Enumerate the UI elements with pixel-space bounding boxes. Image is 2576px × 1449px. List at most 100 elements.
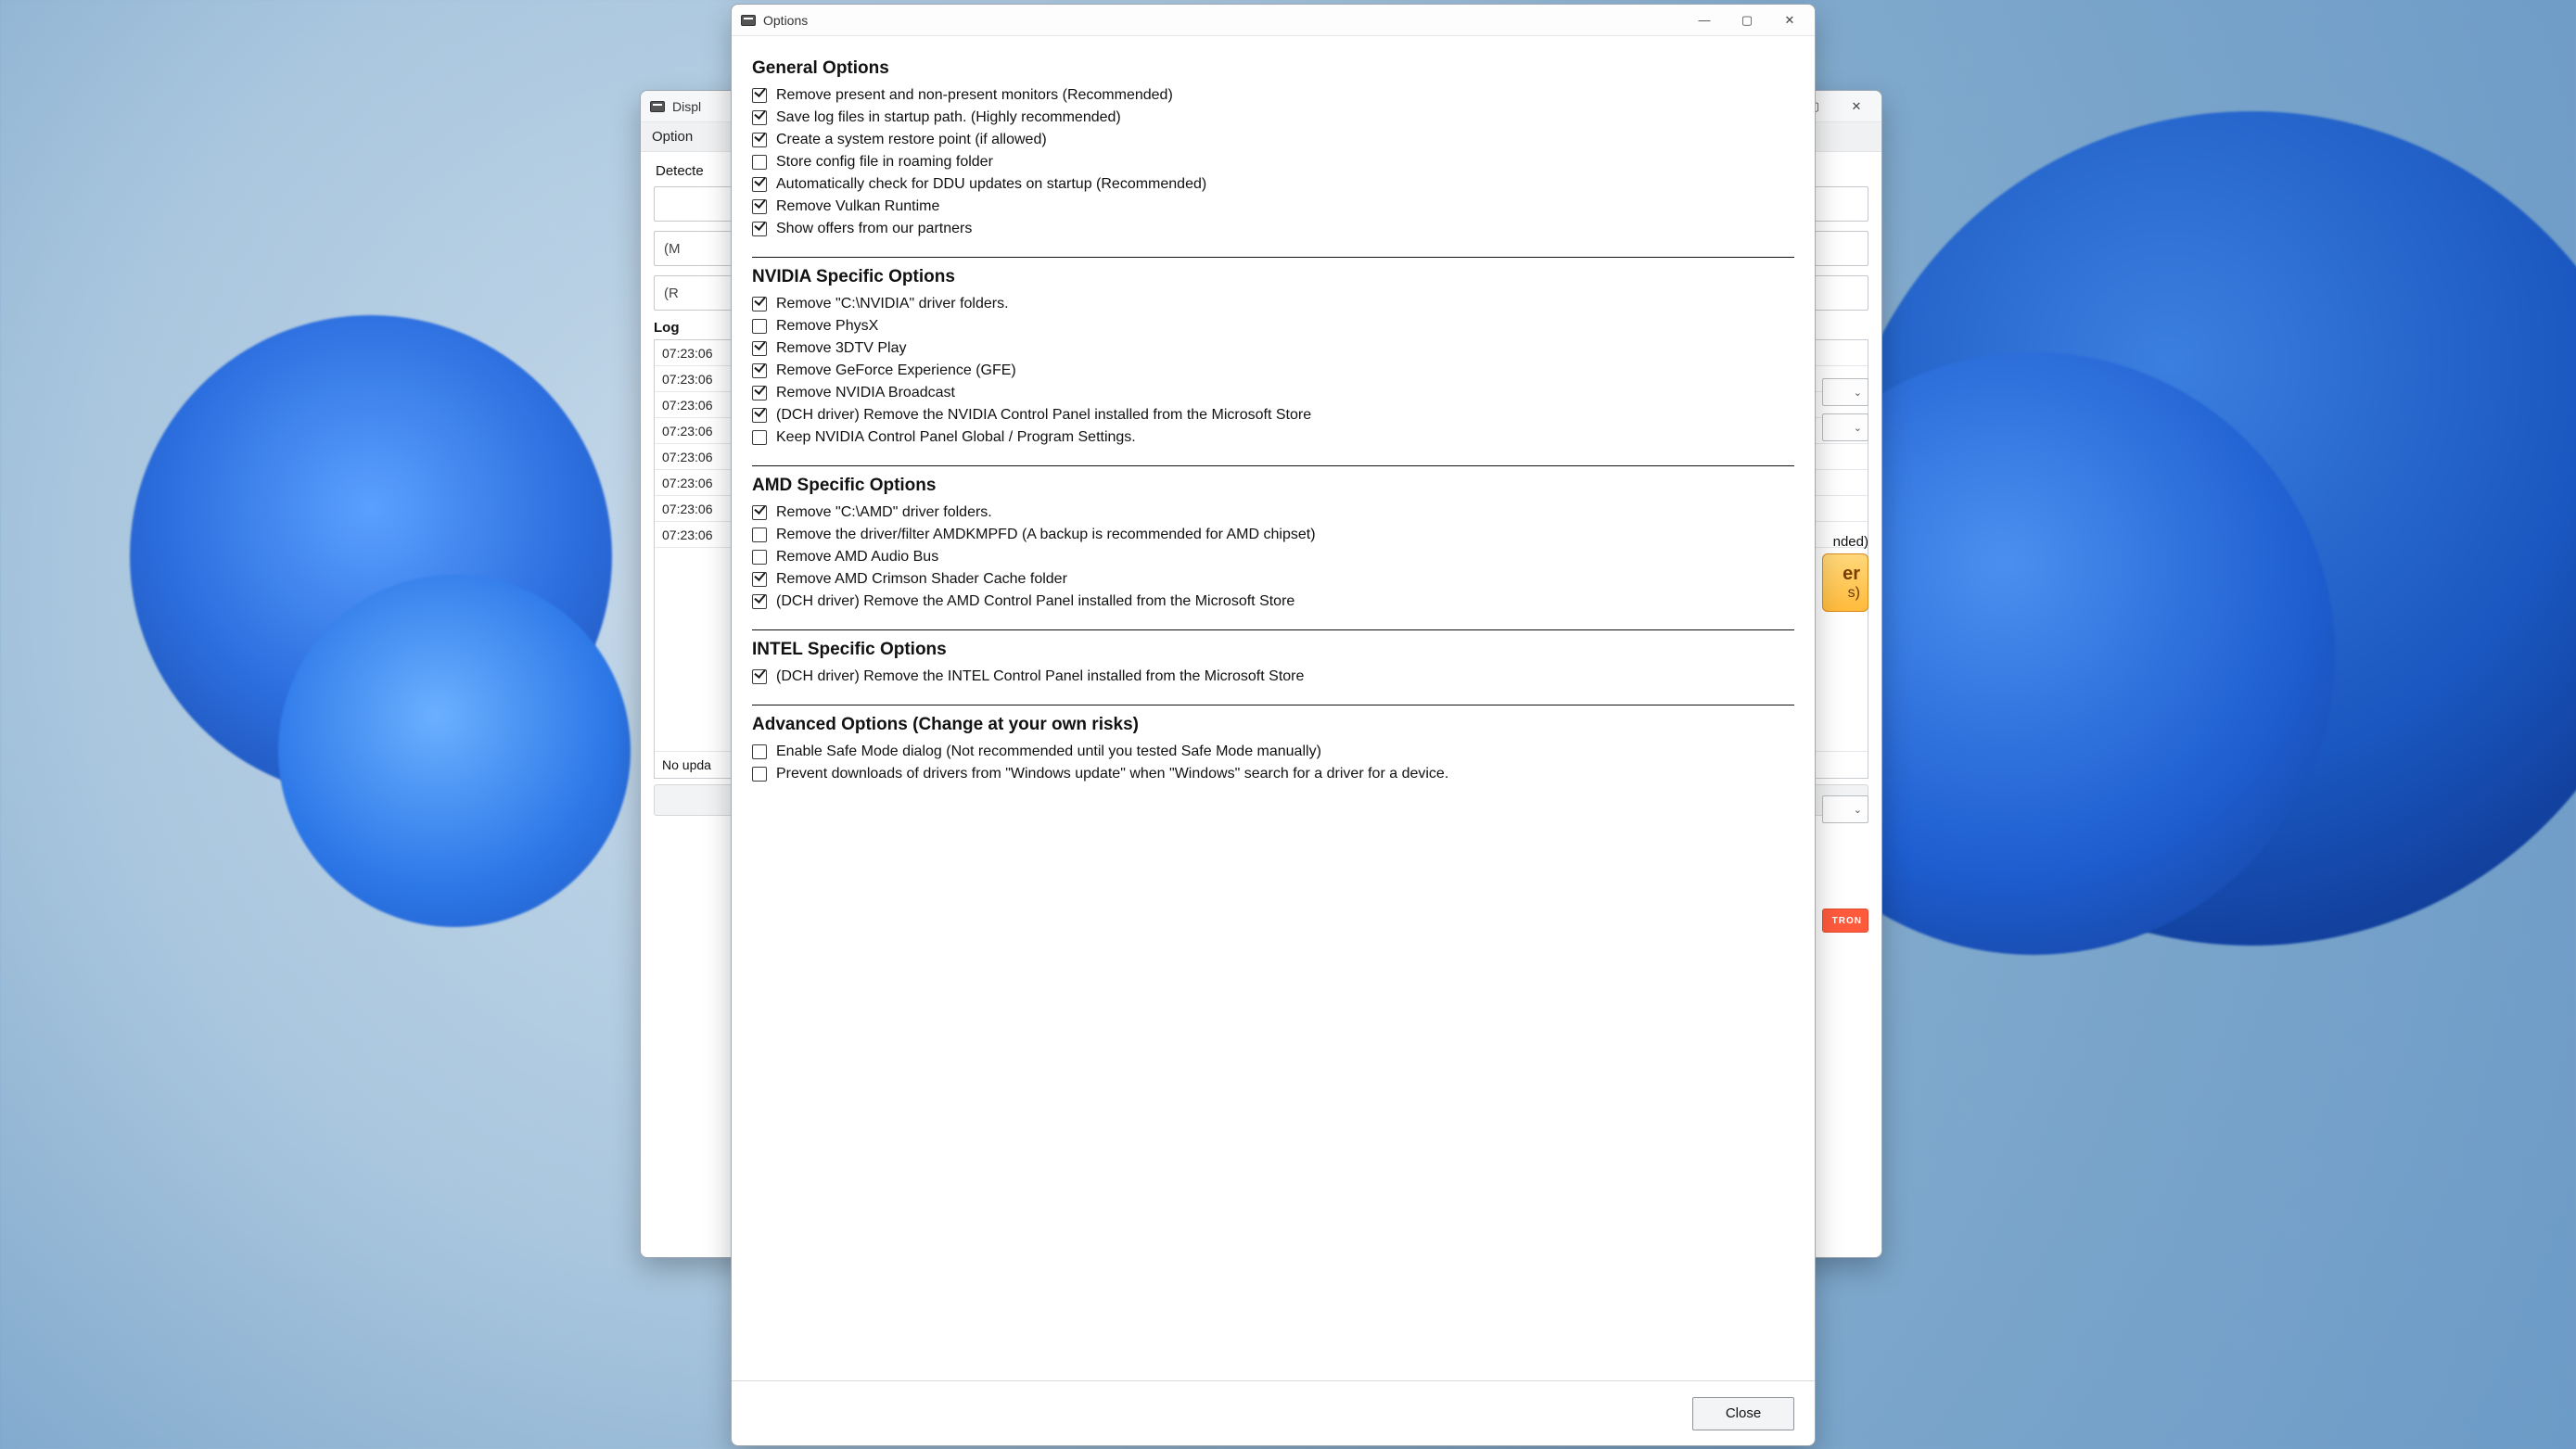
section-divider bbox=[752, 465, 1794, 466]
option-label: Save log files in startup path. (Highly … bbox=[776, 109, 1121, 126]
option-row[interactable]: Automatically check for DDU updates on s… bbox=[752, 173, 1794, 196]
option-row[interactable]: Remove 3DTV Play bbox=[752, 337, 1794, 360]
clean-action-line1: er bbox=[1830, 564, 1860, 585]
chevron-down-icon: ⌄ bbox=[1854, 422, 1862, 434]
options-body: General Options Remove present and non-pr… bbox=[732, 36, 1815, 1380]
option-row[interactable]: Remove "C:\NVIDIA" driver folders. bbox=[752, 293, 1794, 315]
app-icon bbox=[650, 101, 665, 112]
clean-action-line2: s) bbox=[1830, 585, 1860, 602]
option-label: Remove AMD Audio Bus bbox=[776, 549, 938, 566]
section-divider bbox=[752, 257, 1794, 258]
option-row[interactable]: Store config file in roaming folder bbox=[752, 151, 1794, 173]
checkbox[interactable] bbox=[752, 155, 767, 170]
checkbox[interactable] bbox=[752, 594, 767, 609]
checkbox[interactable] bbox=[752, 177, 767, 192]
checkbox[interactable] bbox=[752, 408, 767, 423]
options-window: Options — ▢ ✕ General Options Remove pres… bbox=[731, 4, 1816, 1446]
option-row[interactable]: Show offers from our partners bbox=[752, 218, 1794, 240]
checkbox[interactable] bbox=[752, 222, 767, 236]
option-label: Remove NVIDIA Broadcast bbox=[776, 385, 955, 401]
option-label: Create a system restore point (if allowe… bbox=[776, 132, 1047, 148]
close-options-button[interactable]: Close bbox=[1692, 1397, 1794, 1430]
minimize-button[interactable]: — bbox=[1683, 6, 1726, 34]
option-row[interactable]: Remove the driver/filter AMDKMPFD (A bac… bbox=[752, 524, 1794, 546]
option-row[interactable]: (DCH driver) Remove the AMD Control Pane… bbox=[752, 591, 1794, 613]
checkbox[interactable] bbox=[752, 669, 767, 684]
checkbox[interactable] bbox=[752, 110, 767, 125]
option-label: Remove Vulkan Runtime bbox=[776, 198, 939, 215]
checkbox[interactable] bbox=[752, 297, 767, 311]
checkbox[interactable] bbox=[752, 319, 767, 334]
option-label: Prevent downloads of drivers from "Windo… bbox=[776, 766, 1448, 782]
option-label: (DCH driver) Remove the AMD Control Pane… bbox=[776, 593, 1294, 610]
option-row[interactable]: Remove Vulkan Runtime bbox=[752, 196, 1794, 218]
checkbox[interactable] bbox=[752, 572, 767, 587]
dropdown-extra[interactable]: ⌄ bbox=[1822, 795, 1868, 823]
section-title: Advanced Options (Change at your own ris… bbox=[752, 715, 1794, 735]
option-row[interactable]: Prevent downloads of drivers from "Windo… bbox=[752, 763, 1794, 785]
checkbox[interactable] bbox=[752, 133, 767, 147]
section-title: NVIDIA Specific Options bbox=[752, 267, 1794, 287]
option-label: Automatically check for DDU updates on s… bbox=[776, 176, 1206, 193]
options-title: Options bbox=[763, 13, 808, 28]
parent-title: Displ bbox=[672, 99, 701, 114]
chevron-down-icon: ⌄ bbox=[1854, 804, 1862, 816]
option-label: Remove GeForce Experience (GFE) bbox=[776, 362, 1016, 379]
checkbox[interactable] bbox=[752, 88, 767, 103]
option-label: Remove the driver/filter AMDKMPFD (A bac… bbox=[776, 527, 1316, 543]
parent-right-panel: ⌄ ⌄ nded) er s) ⌄ TRON bbox=[1822, 378, 1868, 933]
option-row[interactable]: Remove NVIDIA Broadcast bbox=[752, 382, 1794, 404]
option-label: Keep NVIDIA Control Panel Global / Progr… bbox=[776, 429, 1136, 446]
checkbox[interactable] bbox=[752, 744, 767, 759]
option-row[interactable]: (DCH driver) Remove the NVIDIA Control P… bbox=[752, 404, 1794, 426]
option-row[interactable]: Remove GeForce Experience (GFE) bbox=[752, 360, 1794, 382]
menu-options[interactable]: Option bbox=[652, 129, 693, 145]
dropdown-device-type[interactable]: ⌄ bbox=[1822, 378, 1868, 406]
option-row[interactable]: Remove AMD Crimson Shader Cache folder bbox=[752, 568, 1794, 591]
section-divider bbox=[752, 629, 1794, 630]
options-footer: Close bbox=[732, 1380, 1815, 1445]
checkbox[interactable] bbox=[752, 505, 767, 520]
option-label: Enable Safe Mode dialog (Not recommended… bbox=[776, 744, 1321, 760]
options-titlebar[interactable]: Options — ▢ ✕ bbox=[732, 5, 1815, 36]
checkbox[interactable] bbox=[752, 341, 767, 356]
close-button[interactable]: ✕ bbox=[1835, 93, 1878, 121]
option-row[interactable]: Remove PhysX bbox=[752, 315, 1794, 337]
checkbox[interactable] bbox=[752, 386, 767, 400]
option-row[interactable]: Create a system restore point (if allowe… bbox=[752, 129, 1794, 151]
option-label: (DCH driver) Remove the NVIDIA Control P… bbox=[776, 407, 1311, 424]
close-button[interactable]: ✕ bbox=[1768, 6, 1811, 34]
patreon-button[interactable]: TRON bbox=[1822, 909, 1868, 933]
maximize-button[interactable]: ▢ bbox=[1726, 6, 1768, 34]
checkbox[interactable] bbox=[752, 550, 767, 565]
option-label: (DCH driver) Remove the INTEL Control Pa… bbox=[776, 668, 1304, 685]
checkbox[interactable] bbox=[752, 527, 767, 542]
app-icon bbox=[741, 15, 756, 26]
option-label: Remove "C:\AMD" driver folders. bbox=[776, 504, 992, 521]
option-label: Remove AMD Crimson Shader Cache folder bbox=[776, 571, 1067, 588]
section-title: General Options bbox=[752, 58, 1794, 79]
checkbox[interactable] bbox=[752, 199, 767, 214]
section-title: INTEL Specific Options bbox=[752, 640, 1794, 660]
option-row[interactable]: Save log files in startup path. (Highly … bbox=[752, 107, 1794, 129]
option-row[interactable]: Remove present and non-present monitors … bbox=[752, 84, 1794, 107]
section-title: AMD Specific Options bbox=[752, 476, 1794, 496]
chevron-down-icon: ⌄ bbox=[1854, 387, 1862, 399]
option-label: Remove PhysX bbox=[776, 318, 878, 335]
option-row[interactable]: Enable Safe Mode dialog (Not recommended… bbox=[752, 741, 1794, 763]
checkbox[interactable] bbox=[752, 767, 767, 782]
option-row[interactable]: Remove AMD Audio Bus bbox=[752, 546, 1794, 568]
option-label: Remove "C:\NVIDIA" driver folders. bbox=[776, 296, 1009, 312]
option-row[interactable]: (DCH driver) Remove the INTEL Control Pa… bbox=[752, 666, 1794, 688]
dropdown-device[interactable]: ⌄ bbox=[1822, 413, 1868, 441]
option-label: Store config file in roaming folder bbox=[776, 154, 993, 171]
option-label: Show offers from our partners bbox=[776, 221, 972, 237]
checkbox[interactable] bbox=[752, 430, 767, 445]
wallpaper-petal bbox=[278, 575, 631, 927]
option-row[interactable]: Keep NVIDIA Control Panel Global / Progr… bbox=[752, 426, 1794, 449]
checkbox[interactable] bbox=[752, 363, 767, 378]
recommended-label: nded) bbox=[1822, 534, 1868, 550]
clean-action-button[interactable]: er s) bbox=[1822, 553, 1868, 612]
option-row[interactable]: Remove "C:\AMD" driver folders. bbox=[752, 502, 1794, 524]
option-label: Remove present and non-present monitors … bbox=[776, 87, 1173, 104]
